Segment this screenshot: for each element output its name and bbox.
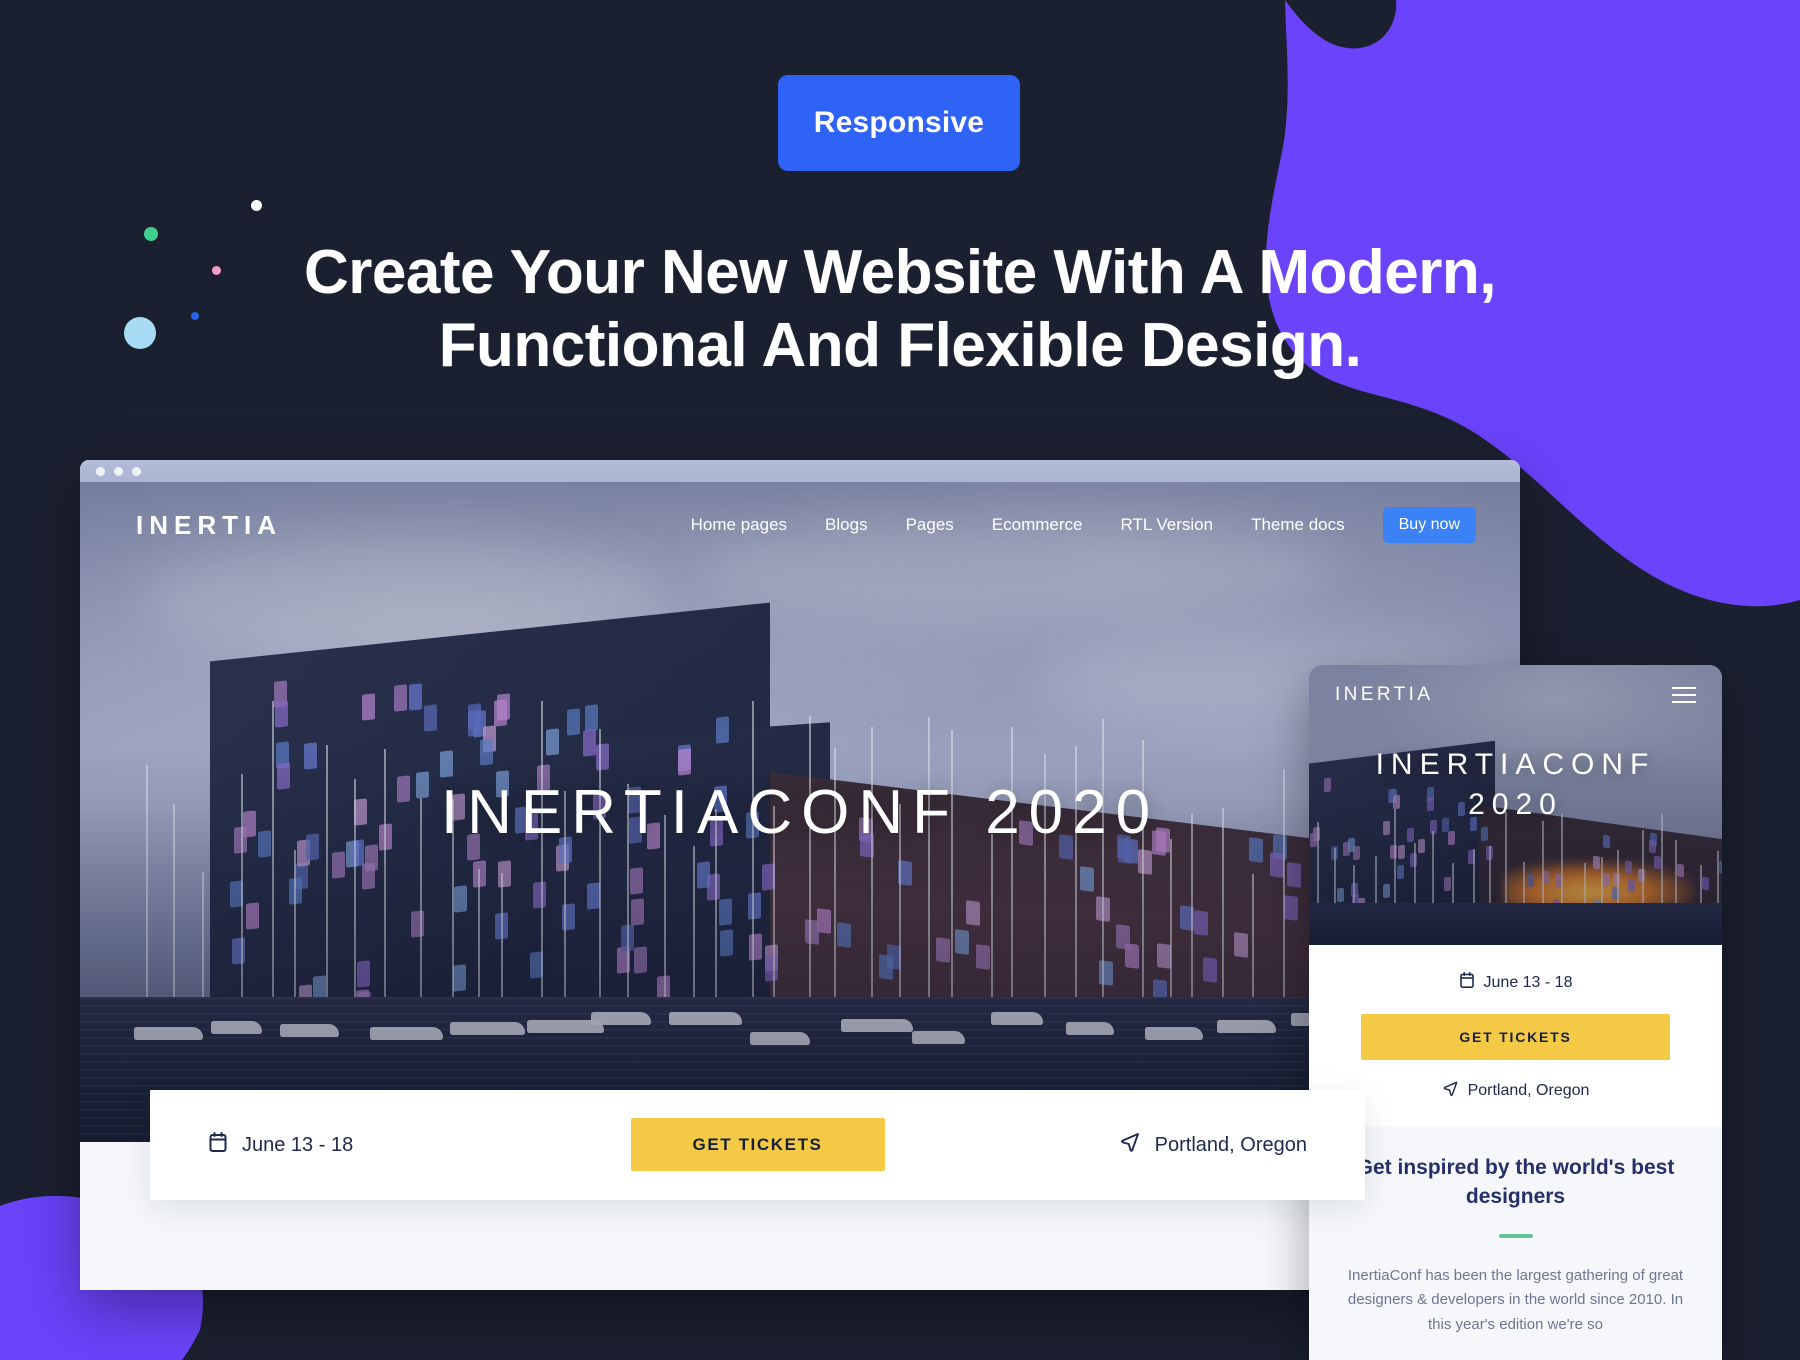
window-close-icon[interactable] bbox=[96, 466, 105, 476]
brand-logo[interactable]: INERTIA bbox=[136, 510, 282, 541]
mobile-hero-title: INERTIACONF 2020 bbox=[1309, 745, 1722, 824]
booking-location: Portland, Oregon bbox=[885, 1131, 1366, 1159]
nav-item-blogs[interactable]: Blogs bbox=[825, 515, 868, 535]
mobile-brand-logo[interactable]: INERTIA bbox=[1335, 684, 1433, 706]
desktop-hero-title: INERTIACONF 2020 bbox=[440, 777, 1160, 847]
responsive-badge-label: Responsive bbox=[813, 106, 985, 139]
get-tickets-button[interactable]: GET TICKETS bbox=[630, 1118, 885, 1171]
desktop-booking-bar: June 13 - 18 GET TICKETS Portland, Orego… bbox=[150, 1090, 1365, 1200]
nav-item-theme-docs[interactable]: Theme docs bbox=[1251, 515, 1345, 535]
booking-cta-wrap: GET TICKETS bbox=[630, 1118, 885, 1171]
page-title-line-2: Functional And Flexible Design. bbox=[438, 311, 1362, 381]
stage: Responsive Create Your New Website With … bbox=[0, 0, 1800, 1360]
mobile-hero-title-line-1: INERTIACONF bbox=[1375, 748, 1656, 781]
nav-links: Home pages Blogs Pages Ecommerce RTL Ver… bbox=[691, 507, 1476, 543]
mobile-section-heading: Get inspired by the world's best designe… bbox=[1356, 1156, 1675, 1208]
buy-now-button[interactable]: Buy now bbox=[1382, 507, 1476, 543]
window-minimize-icon[interactable] bbox=[114, 466, 123, 476]
mobile-section: Get inspired by the world's best designe… bbox=[1309, 1126, 1722, 1360]
section-divider bbox=[1498, 1233, 1533, 1238]
booking-location-label: Portland, Oregon bbox=[1154, 1133, 1307, 1156]
nav-item-ecommerce[interactable]: Ecommerce bbox=[992, 515, 1083, 535]
booking-date-label: June 13 - 18 bbox=[242, 1133, 354, 1156]
page-title: Create Your New Website With A Modern, F… bbox=[0, 236, 1800, 382]
mobile-navbar: INERTIA bbox=[1309, 665, 1722, 725]
hamburger-icon[interactable] bbox=[1672, 687, 1696, 703]
decorative-dot-white bbox=[251, 200, 262, 211]
nav-item-home-pages[interactable]: Home pages bbox=[691, 515, 787, 535]
navigation-pin-icon bbox=[1119, 1131, 1141, 1159]
browser-title-bar bbox=[80, 460, 1520, 482]
mobile-section-paragraph: InertiaConf has been the largest gatheri… bbox=[1347, 1266, 1684, 1333]
page-title-line-1: Create Your New Website With A Modern, bbox=[304, 238, 1496, 307]
desktop-hero: INERTIA Home pages Blogs Pages Ecommerce… bbox=[80, 482, 1520, 1142]
nav-item-pages[interactable]: Pages bbox=[906, 515, 954, 535]
mobile-hero-title-line-2: 2020 bbox=[1468, 787, 1563, 821]
responsive-badge: Responsive bbox=[778, 75, 1020, 171]
window-maximize-icon[interactable] bbox=[132, 466, 141, 476]
booking-date: June 13 - 18 bbox=[150, 1131, 631, 1159]
desktop-navbar: INERTIA Home pages Blogs Pages Ecommerce… bbox=[80, 482, 1520, 568]
calendar-icon bbox=[208, 1131, 228, 1159]
nav-item-rtl-version[interactable]: RTL Version bbox=[1120, 515, 1213, 535]
